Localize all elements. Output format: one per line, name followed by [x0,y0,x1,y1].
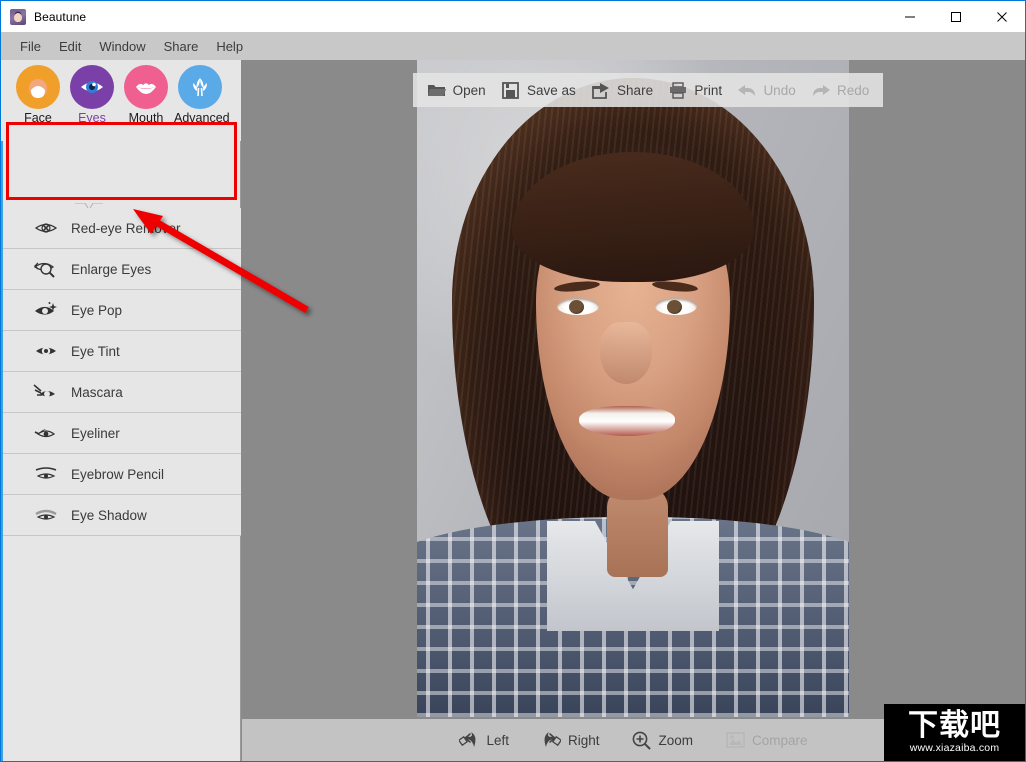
menu-item-file[interactable]: File [11,36,50,57]
save-icon [501,81,521,100]
lips-icon [124,65,168,109]
window-controls [887,1,1025,32]
menu-bar: File Edit Window Share Help [1,32,1025,60]
category-label-face: Face [24,111,52,125]
top-toolbar: Open Save as Share Print Undo Redo [413,73,883,107]
rotate-right-button[interactable]: Right [541,730,600,750]
close-button[interactable] [979,1,1025,32]
open-button[interactable]: Open [422,78,491,103]
sidebar-item-red-eye-remover[interactable]: Red-eye Remover [3,208,241,249]
rotate-right-label: Right [567,732,600,748]
selected-category-caret [75,199,103,212]
sidebar-item-label: Eye Shadow [71,507,147,523]
red-eye-remover-icon [33,218,59,238]
open-label: Open [452,82,486,98]
print-label: Print [694,82,723,98]
zoom-label: Zoom [658,732,694,748]
tool-list: Red-eye Remover Enlarge Eyes Eye Pop Eye… [3,208,241,536]
undo-button[interactable]: Undo [732,78,800,103]
eye-icon [70,65,114,109]
print-button[interactable]: Print [663,78,727,103]
sidebar-item-label: Enlarge Eyes [71,261,152,277]
sidebar-item-eye-tint[interactable]: Eye Tint [3,331,241,372]
compare-label: Compare [752,732,808,748]
sidebar-item-enlarge-eyes[interactable]: Enlarge Eyes [3,249,241,290]
category-strip: Face Eyes Mouth Advanced [1,60,241,141]
eye-shadow-icon [33,505,59,525]
sidebar-item-label: Eyebrow Pencil [71,466,165,482]
sidebar-item-eyeliner[interactable]: Eyeliner [3,413,241,454]
undo-arrow-icon [737,81,757,100]
eye-tint-icon [33,341,59,361]
sidebar-item-eyebrow-pencil[interactable]: Eyebrow Pencil [3,454,241,495]
flower-icon [178,65,222,109]
maximize-button[interactable] [933,1,979,32]
undo-label: Undo [763,82,796,98]
main-body: Face Eyes Mouth Advanced Red-eye Remover… [1,60,1025,761]
category-button-advanced[interactable]: Advanced [174,65,230,125]
title-bar: Beautune [1,1,1025,32]
redo-arrow-icon [811,81,831,100]
eye-pop-icon [33,300,59,320]
eyeliner-icon [33,423,59,443]
save-as-button[interactable]: Save as [496,78,581,103]
category-button-face[interactable]: Face [12,65,64,125]
menu-item-share[interactable]: Share [155,36,208,57]
category-button-eyes[interactable]: Eyes [66,65,118,125]
sidebar-item-eye-shadow[interactable]: Eye Shadow [3,495,241,536]
printer-icon [668,81,688,100]
sidebar-item-label: Eyeliner [71,425,120,441]
window-title: Beautune [34,9,87,24]
rotate-left-label: Left [486,732,509,748]
left-sidebar: Face Eyes Mouth Advanced Red-eye Remover… [1,60,241,761]
redo-label: Redo [837,82,870,98]
image-canvas[interactable]: Open Save as Share Print Undo Redo [242,60,1025,719]
menu-item-window[interactable]: Window [90,36,154,57]
category-label-advanced: Advanced [174,111,230,125]
watermark: 下载吧 www.xiazaiba.com [884,704,1025,761]
mascara-icon [33,382,59,402]
rotate-right-icon [541,730,561,750]
sidebar-item-label: Red-eye Remover [71,220,181,236]
share-button[interactable]: Share [586,78,658,103]
save-as-label: Save as [526,82,576,98]
category-label-eyes: Eyes [78,111,106,125]
sidebar-item-label: Eye Pop [71,302,123,318]
menu-item-help[interactable]: Help [207,36,252,57]
watermark-url: www.xiazaiba.com [909,742,1000,754]
application-window: Beautune File Edit Window Share Help Fac… [0,0,1026,762]
compare-button[interactable]: Compare [725,730,808,750]
sidebar-item-label: Eye Tint [71,343,120,359]
share-label: Share [617,82,654,98]
rotate-left-icon [459,730,479,750]
watermark-text: 下载吧 [908,708,1001,743]
category-label-mouth: Mouth [128,111,164,125]
folder-open-icon [427,81,447,100]
minimize-button[interactable] [887,1,933,32]
face-icon [16,65,60,109]
sidebar-item-mascara[interactable]: Mascara [3,372,241,413]
app-avatar-icon [10,8,26,25]
rotate-left-button[interactable]: Left [459,730,509,750]
menu-item-edit[interactable]: Edit [50,36,90,57]
sidebar-item-eye-pop[interactable]: Eye Pop [3,290,241,331]
enlarge-eyes-icon [33,259,59,279]
portrait-photo [417,60,849,717]
zoom-button[interactable]: Zoom [632,730,694,750]
redo-button[interactable]: Redo [806,78,874,103]
zoom-in-icon [632,730,652,750]
sidebar-item-label: Mascara [71,384,123,400]
category-button-mouth[interactable]: Mouth [120,65,172,125]
share-icon [591,81,611,100]
eyebrow-pencil-icon [33,464,59,484]
compare-image-icon [725,730,745,750]
